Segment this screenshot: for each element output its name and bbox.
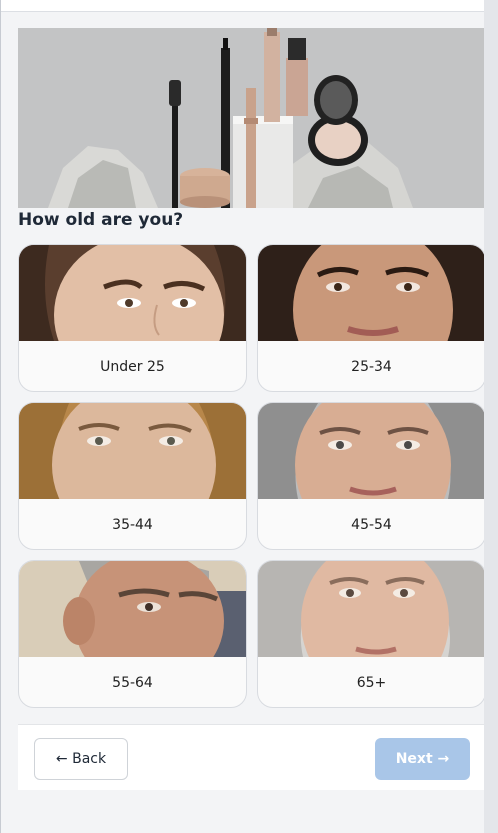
age-option-label: 25-34 xyxy=(351,359,392,375)
next-button[interactable]: Next → xyxy=(375,738,470,780)
age-option-label: 45-54 xyxy=(351,517,392,533)
question-heading: How old are you? xyxy=(18,210,184,230)
age-option-35-44[interactable]: 35-44 xyxy=(18,402,247,550)
age-option-label: 35-44 xyxy=(112,517,153,533)
face-photo xyxy=(19,561,246,657)
face-photo xyxy=(258,561,485,657)
face-photo xyxy=(19,245,246,341)
face-photo xyxy=(258,245,485,341)
face-photo xyxy=(19,403,246,499)
age-option-45-54[interactable]: 45-54 xyxy=(257,402,486,550)
age-option-25-34[interactable]: 25-34 xyxy=(257,244,486,392)
quiz-footer: ← Back Next → xyxy=(18,724,486,790)
age-option-under-25[interactable]: Under 25 xyxy=(18,244,247,392)
top-strip xyxy=(1,0,485,12)
age-option-label: 55-64 xyxy=(112,675,153,691)
face-photo xyxy=(258,403,485,499)
age-option-label: Under 25 xyxy=(100,359,165,375)
age-option-55-64[interactable]: 55-64 xyxy=(18,560,247,708)
scrollbar-gutter xyxy=(484,0,498,833)
age-option-65-plus[interactable]: 65+ xyxy=(257,560,486,708)
quiz-panel: How old are you? Under 25 25-34 35-44 45… xyxy=(0,0,486,833)
age-option-label: 65+ xyxy=(356,675,387,691)
back-button[interactable]: ← Back xyxy=(34,738,128,780)
hero-image xyxy=(18,28,486,208)
